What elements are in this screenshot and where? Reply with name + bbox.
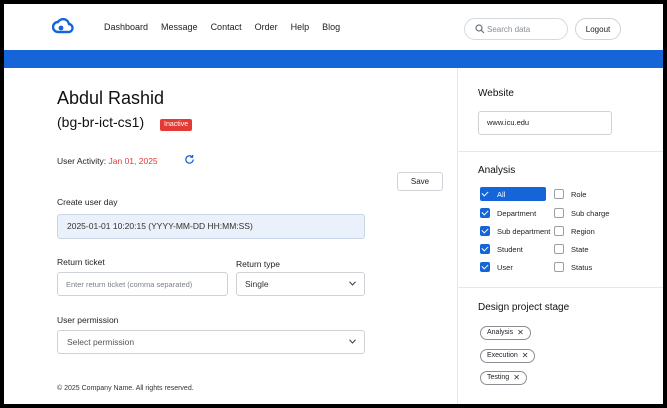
- nav-blog[interactable]: Blog: [322, 22, 340, 32]
- nav-message[interactable]: Message: [161, 22, 198, 32]
- checkbox-sub-charge[interactable]: Sub charge: [554, 206, 609, 220]
- checkbox-empty-icon: [554, 189, 564, 199]
- chevron-down-icon: [349, 339, 356, 344]
- close-icon[interactable]: ✕: [513, 372, 520, 384]
- checkbox-sub-department[interactable]: Sub department: [480, 224, 550, 238]
- top-nav: Dashboard Message Contact Order Help Blo…: [4, 4, 663, 50]
- checkbox-label: Status: [571, 262, 593, 272]
- activity-label: User Activity:: [57, 156, 107, 166]
- website-field[interactable]: www.icu.edu: [478, 111, 612, 135]
- chevron-down-icon: [349, 281, 356, 286]
- search-box: [464, 18, 568, 40]
- activity-date: Jan 01, 2025: [108, 156, 158, 166]
- checkbox-label: Sub department: [497, 226, 551, 236]
- chip-label: Analysis: [487, 329, 514, 336]
- footer-copyright: © 2025 Company Name. All rights reserved…: [57, 385, 194, 392]
- header-band: [4, 50, 663, 68]
- checkbox-empty-icon: [554, 262, 564, 272]
- create-user-day-field[interactable]: 2025-01-01 10:20:15 (YYYY-MM-DD HH:MM:SS…: [57, 214, 365, 239]
- checkbox-student[interactable]: Student: [480, 242, 523, 256]
- divider: [458, 151, 663, 152]
- stage-chip-testing[interactable]: Testing ✕: [480, 371, 527, 385]
- analysis-title: Analysis: [478, 165, 516, 176]
- website-title: Website: [478, 88, 514, 99]
- status-badge: Inactive: [160, 119, 193, 131]
- nav-dashboard[interactable]: Dashboard: [104, 22, 148, 32]
- checkbox-label: State: [571, 244, 589, 254]
- return-type-value: Single: [245, 279, 269, 289]
- main-menu: Dashboard Message Contact Order Help Blo…: [104, 22, 353, 32]
- main-content: Abdul Rashid (bg-br-ict-cs1) Inactive Us…: [4, 68, 457, 404]
- create-user-day-label: Create user day: [57, 197, 118, 207]
- checkbox-label: Student: [497, 244, 523, 254]
- user-permission-label: User permission: [57, 315, 119, 325]
- logout-button[interactable]: Logout: [575, 18, 621, 40]
- checkbox-empty-icon: [554, 226, 564, 236]
- user-name: Abdul Rashid: [57, 88, 165, 108]
- checkbox-label: Role: [571, 189, 587, 199]
- search-input[interactable]: [487, 22, 565, 36]
- design-stage-title: Design project stage: [478, 302, 570, 313]
- user-handle: (bg-br-ict-cs1): [57, 114, 145, 130]
- user-permission-value: Select permission: [67, 337, 135, 347]
- check-icon: [480, 226, 490, 236]
- checkbox-state[interactable]: State: [554, 242, 589, 256]
- user-permission-select[interactable]: Select permission: [57, 330, 365, 354]
- close-icon[interactable]: ✕: [522, 350, 529, 362]
- cloud-logo-icon[interactable]: [52, 18, 74, 36]
- checkbox-all[interactable]: All: [480, 187, 546, 201]
- checkbox-label: All: [497, 189, 506, 199]
- search-icon: [475, 24, 485, 34]
- divider: [458, 287, 663, 288]
- stage-chip-execution[interactable]: Execution ✕: [480, 349, 536, 363]
- checkbox-status[interactable]: Status: [554, 260, 592, 274]
- nav-help[interactable]: Help: [291, 22, 310, 32]
- nav-order[interactable]: Order: [255, 22, 278, 32]
- return-ticket-input[interactable]: [57, 272, 228, 296]
- checkbox-role[interactable]: Role: [554, 187, 586, 201]
- check-icon: [480, 262, 490, 272]
- check-icon: [480, 208, 490, 218]
- return-type-select[interactable]: Single: [236, 272, 365, 296]
- checkbox-label: Region: [571, 226, 595, 236]
- checkbox-label: Sub charge: [571, 208, 610, 218]
- return-type-label: Return type: [236, 259, 280, 269]
- nav-contact[interactable]: Contact: [211, 22, 242, 32]
- checkbox-user[interactable]: User: [480, 260, 513, 274]
- check-icon: [480, 244, 490, 254]
- stage-chip-analysis[interactable]: Analysis ✕: [480, 326, 531, 340]
- chip-label: Testing: [487, 374, 510, 381]
- check-icon: [480, 189, 490, 199]
- refresh-icon[interactable]: [184, 154, 195, 165]
- return-ticket-label: Return ticket: [57, 257, 105, 267]
- checkbox-region[interactable]: Region: [554, 224, 595, 238]
- checkbox-empty-icon: [554, 208, 564, 218]
- checkbox-department[interactable]: Department: [480, 206, 536, 220]
- checkbox-label: User: [497, 262, 513, 272]
- app-window: Dashboard Message Contact Order Help Blo…: [4, 4, 663, 404]
- save-button[interactable]: Save: [397, 172, 443, 191]
- chip-label: Execution: [487, 352, 518, 359]
- right-sidebar: Website www.icu.edu Analysis All Departm…: [457, 68, 663, 404]
- checkbox-empty-icon: [554, 244, 564, 254]
- checkbox-label: Department: [497, 208, 537, 218]
- close-icon[interactable]: ✕: [517, 327, 524, 339]
- user-activity: User Activity: Jan 01, 2025: [57, 156, 158, 166]
